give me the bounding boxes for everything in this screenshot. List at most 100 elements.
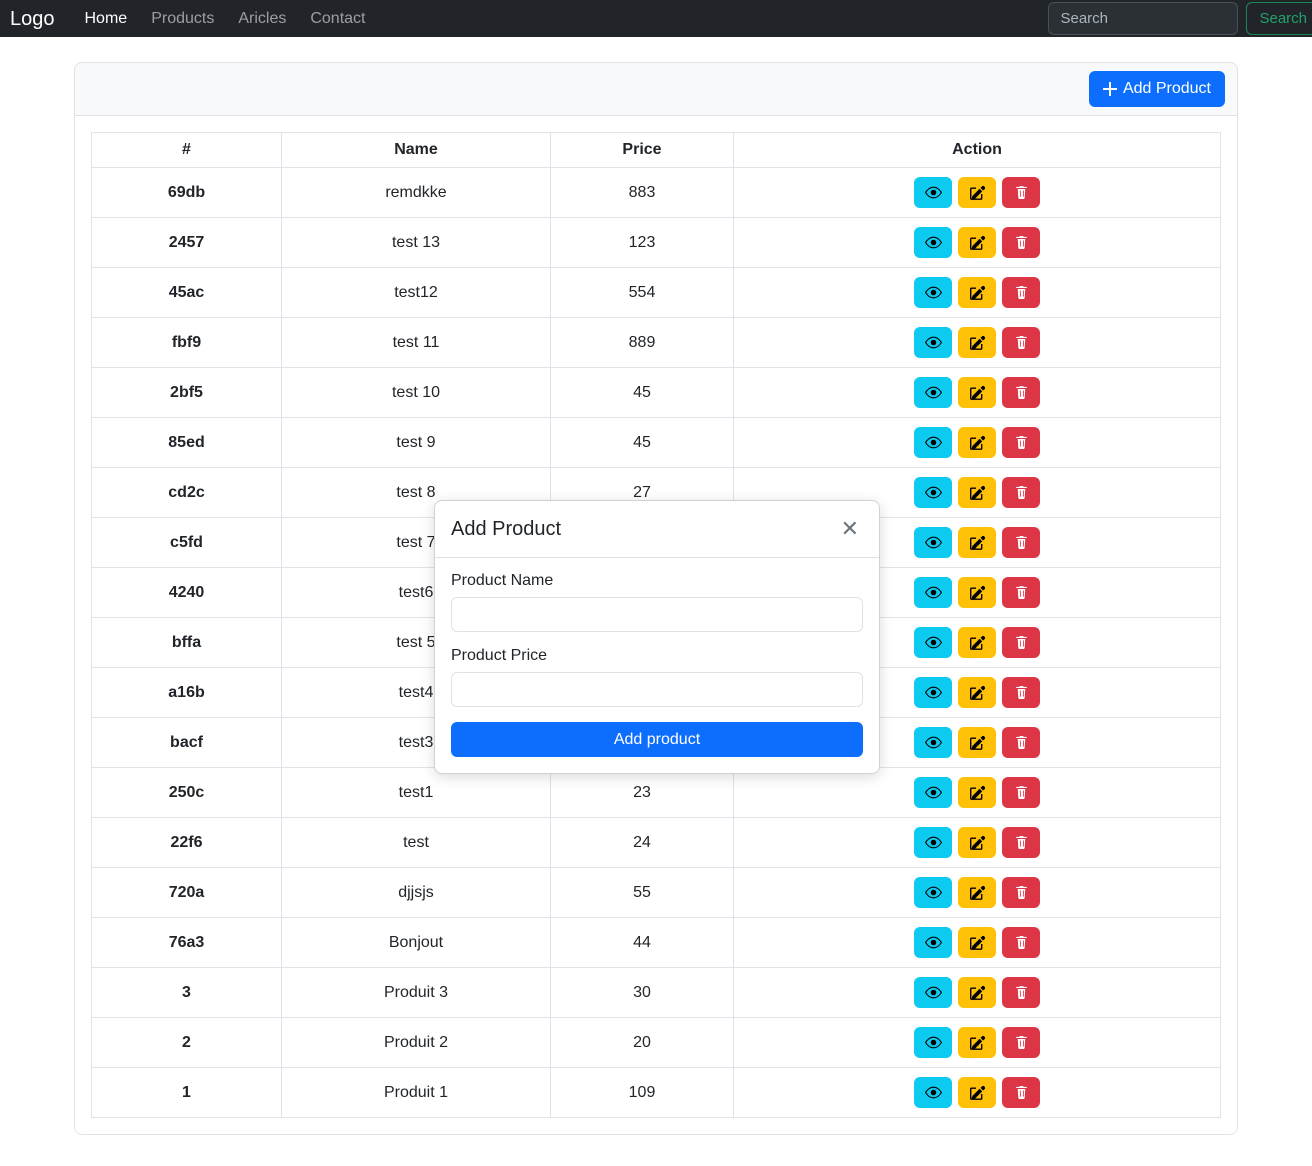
eye-icon[interactable]	[914, 827, 952, 858]
nav-links: Home Products Aricles Contact	[73, 10, 378, 28]
trash-icon[interactable]	[1002, 327, 1040, 358]
cell-id: 85ed	[91, 417, 282, 468]
trash-icon[interactable]	[1002, 977, 1040, 1008]
pencil-square-icon[interactable]	[958, 327, 996, 358]
eye-icon[interactable]	[914, 1027, 952, 1058]
table-row: 2bf5 test 10 45	[91, 367, 1221, 418]
pencil-square-icon[interactable]	[958, 227, 996, 258]
eye-icon[interactable]	[914, 677, 952, 708]
trash-icon[interactable]	[1002, 177, 1040, 208]
cell-id: 1	[91, 1067, 282, 1118]
nav-link-products[interactable]: Products	[139, 10, 226, 28]
search-input[interactable]	[1048, 2, 1239, 35]
eye-icon[interactable]	[914, 227, 952, 258]
navbar-search-form: Search	[1048, 2, 1312, 35]
trash-icon[interactable]	[1002, 777, 1040, 808]
add-product-modal: Add Product ✕ Product Name Product Price…	[434, 500, 880, 774]
trash-icon[interactable]	[1002, 1027, 1040, 1058]
cell-price: 554	[550, 267, 734, 318]
trash-icon[interactable]	[1002, 377, 1040, 408]
add-product-button[interactable]: Add Product	[1088, 71, 1225, 107]
eye-icon[interactable]	[914, 277, 952, 308]
eye-icon[interactable]	[914, 527, 952, 558]
cell-id: bffa	[91, 617, 282, 668]
trash-icon[interactable]	[1002, 727, 1040, 758]
cell-price: 45	[550, 367, 734, 418]
trash-icon[interactable]	[1002, 477, 1040, 508]
eye-icon[interactable]	[914, 477, 952, 508]
pencil-square-icon[interactable]	[958, 577, 996, 608]
pencil-square-icon[interactable]	[958, 1027, 996, 1058]
eye-icon[interactable]	[914, 627, 952, 658]
cell-action	[733, 1067, 1221, 1118]
table-row: 250c test1 23	[91, 767, 1221, 818]
search-button[interactable]: Search	[1246, 2, 1312, 35]
nav-link-contact[interactable]: Contact	[298, 10, 377, 28]
column-header-name: Name	[281, 132, 551, 168]
eye-icon[interactable]	[914, 1077, 952, 1108]
cell-id: 69db	[91, 167, 282, 218]
eye-icon[interactable]	[914, 777, 952, 808]
pencil-square-icon[interactable]	[958, 477, 996, 508]
pencil-square-icon[interactable]	[958, 527, 996, 558]
cell-name: Produit 3	[281, 967, 551, 1018]
eye-icon[interactable]	[914, 177, 952, 208]
cell-name: djjsjs	[281, 867, 551, 918]
pencil-square-icon[interactable]	[958, 627, 996, 658]
cell-name: test 10	[281, 367, 551, 418]
pencil-square-icon[interactable]	[958, 777, 996, 808]
trash-icon[interactable]	[1002, 577, 1040, 608]
brand-logo[interactable]: Logo	[10, 9, 55, 29]
cell-action	[733, 217, 1221, 268]
modal-title: Add Product	[451, 517, 562, 540]
product-name-input[interactable]	[451, 597, 863, 632]
trash-icon[interactable]	[1002, 677, 1040, 708]
trash-icon[interactable]	[1002, 277, 1040, 308]
pencil-square-icon[interactable]	[958, 977, 996, 1008]
pencil-square-icon[interactable]	[958, 277, 996, 308]
action-group	[742, 927, 1212, 958]
pencil-square-icon[interactable]	[958, 1077, 996, 1108]
cell-price: 883	[550, 167, 734, 218]
cell-id: 2	[91, 1017, 282, 1068]
nav-link-aricles[interactable]: Aricles	[226, 10, 298, 28]
cell-price: 30	[550, 967, 734, 1018]
submit-add-product-button[interactable]: Add product	[451, 722, 863, 757]
pencil-square-icon[interactable]	[958, 377, 996, 408]
pencil-square-icon[interactable]	[958, 177, 996, 208]
pencil-square-icon[interactable]	[958, 877, 996, 908]
cell-name: test	[281, 817, 551, 868]
cell-id: cd2c	[91, 467, 282, 518]
eye-icon[interactable]	[914, 927, 952, 958]
close-icon[interactable]: ✕	[837, 516, 863, 542]
pencil-square-icon[interactable]	[958, 427, 996, 458]
trash-icon[interactable]	[1002, 427, 1040, 458]
cell-action	[733, 867, 1221, 918]
eye-icon[interactable]	[914, 427, 952, 458]
trash-icon[interactable]	[1002, 877, 1040, 908]
eye-icon[interactable]	[914, 977, 952, 1008]
trash-icon[interactable]	[1002, 1077, 1040, 1108]
eye-icon[interactable]	[914, 877, 952, 908]
eye-icon[interactable]	[914, 327, 952, 358]
cell-id: 22f6	[91, 817, 282, 868]
trash-icon[interactable]	[1002, 227, 1040, 258]
action-group	[742, 277, 1212, 308]
action-group	[742, 377, 1212, 408]
trash-icon[interactable]	[1002, 827, 1040, 858]
pencil-square-icon[interactable]	[958, 677, 996, 708]
pencil-square-icon[interactable]	[958, 927, 996, 958]
eye-icon[interactable]	[914, 577, 952, 608]
trash-icon[interactable]	[1002, 527, 1040, 558]
pencil-square-icon[interactable]	[958, 827, 996, 858]
nav-link-home[interactable]: Home	[73, 10, 140, 28]
trash-icon[interactable]	[1002, 927, 1040, 958]
action-group	[742, 1027, 1212, 1058]
action-group	[742, 877, 1212, 908]
eye-icon[interactable]	[914, 377, 952, 408]
pencil-square-icon[interactable]	[958, 727, 996, 758]
trash-icon[interactable]	[1002, 627, 1040, 658]
modal-header: Add Product ✕	[435, 501, 879, 558]
eye-icon[interactable]	[914, 727, 952, 758]
product-price-input[interactable]	[451, 672, 863, 707]
